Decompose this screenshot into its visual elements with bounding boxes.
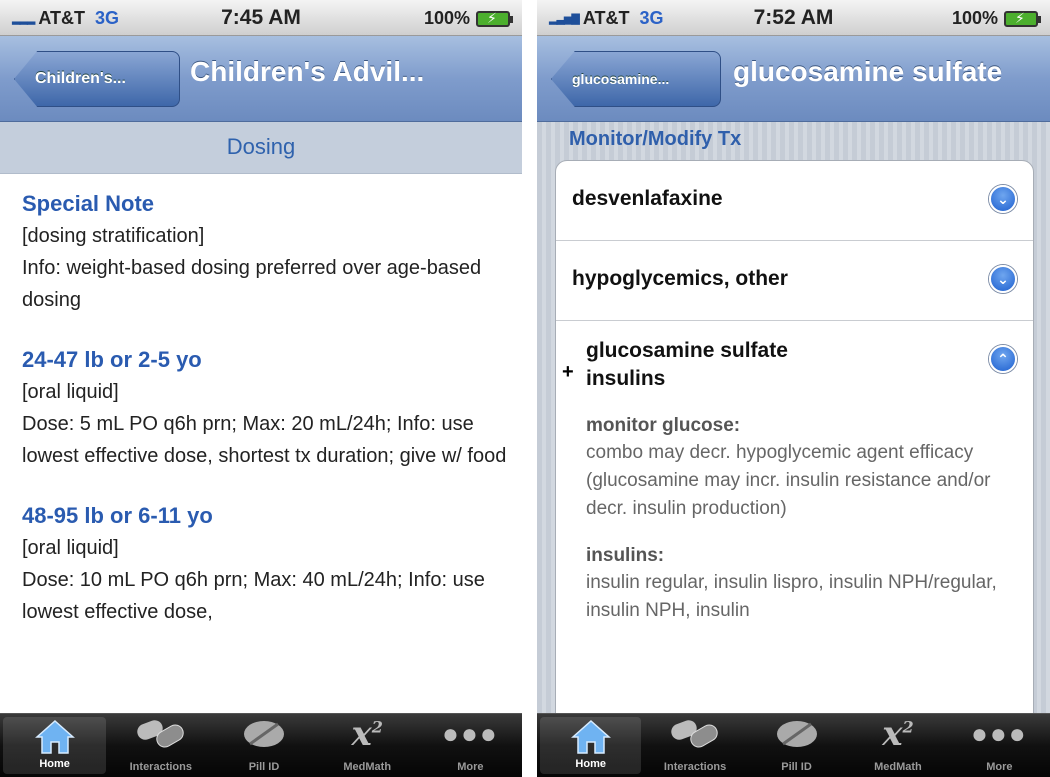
home-icon bbox=[570, 719, 611, 754]
tab-label: Pill ID bbox=[248, 761, 280, 773]
dosing-line: [oral liquid] bbox=[22, 381, 119, 403]
dosing-block: 48-95 lb or 6-11 yo [oral liquid] Dose: … bbox=[22, 500, 508, 628]
list-item[interactable]: hypoglycemics, other ⌄ bbox=[556, 241, 1033, 321]
tab-interactions[interactable]: Interactions bbox=[109, 714, 212, 777]
dosing-block: 24-47 lb or 2-5 yo [oral liquid] Dose: 5… bbox=[22, 344, 508, 472]
expanded-item-title: glucosamine sulfate insulins bbox=[586, 339, 788, 390]
back-button[interactable]: Children's... bbox=[14, 51, 180, 107]
dosing-line: Dose: 10 mL PO q6h prn; Max: 40 mL/24h; … bbox=[22, 569, 485, 623]
tab-bar: Home Interactions Pill ID x2 MedMath ●●●… bbox=[0, 713, 522, 777]
left-screen: ▂▂▂ AT&T 3G 7:45 AM 100% ⚡ Children's...… bbox=[0, 0, 522, 777]
math-x-squared-icon: x2 bbox=[882, 714, 914, 754]
tab-home[interactable]: Home bbox=[3, 717, 107, 774]
battery-icon: ⚡ bbox=[1004, 10, 1041, 27]
tab-medmath[interactable]: x2 MedMath bbox=[847, 714, 948, 777]
tab-label: Pill ID bbox=[781, 761, 812, 773]
tab-label: Interactions bbox=[663, 761, 727, 773]
expand-chevron-icon[interactable]: ⌄ bbox=[989, 185, 1017, 213]
dosing-line: [oral liquid] bbox=[22, 537, 119, 559]
tab-more[interactable]: ●●● More bbox=[949, 714, 1050, 777]
detail-heading: monitor glucose: bbox=[586, 415, 741, 436]
section-header: Dosing bbox=[0, 122, 522, 174]
status-bar: ▂▂▂ AT&T 3G 7:45 AM 100% ⚡ bbox=[0, 0, 522, 36]
expanded-item[interactable]: + glucosamine sulfate insulins ⌃ monitor… bbox=[556, 321, 1033, 625]
battery-icon: ⚡ bbox=[476, 10, 513, 27]
expand-chevron-icon[interactable]: ⌄ bbox=[989, 265, 1017, 293]
dosing-heading: 24-47 lb or 2-5 yo bbox=[22, 347, 202, 372]
battery-indicator: 100% ⚡ bbox=[423, 8, 513, 29]
more-dots-icon: ●●● bbox=[442, 718, 499, 749]
interaction-details: monitor glucose: combo may decr. hypogly… bbox=[586, 413, 1017, 625]
dosing-line: Info: weight-based dosing preferred over… bbox=[22, 257, 482, 311]
list-item[interactable]: desvenlafaxine ⌄ bbox=[556, 161, 1033, 241]
battery-indicator: 100% ⚡ bbox=[951, 8, 1041, 29]
page-title: Children's Advil... bbox=[190, 56, 425, 87]
interaction-list: desvenlafaxine ⌄ hypoglycemics, other ⌄ … bbox=[555, 160, 1034, 737]
dosing-line: Dose: 5 mL PO q6h prn; Max: 20 mL/24h; I… bbox=[22, 413, 507, 467]
navigation-bar: glucosamine... glucosamine sulfate bbox=[537, 36, 1050, 122]
right-screen: ▂▃▅▇ AT&T 3G 7:52 AM 100% ⚡ glucosamine.… bbox=[537, 0, 1050, 777]
group-title: Monitor/Modify Tx bbox=[569, 128, 742, 150]
navigation-bar: Children's... Children's Advil... bbox=[0, 36, 522, 122]
page-title: glucosamine sulfate bbox=[733, 56, 1003, 87]
tab-home[interactable]: Home bbox=[540, 717, 642, 774]
dosing-block: Special Note [dosing stratification] Inf… bbox=[22, 188, 508, 316]
tab-label: Interactions bbox=[129, 761, 192, 773]
tab-interactions[interactable]: Interactions bbox=[644, 714, 745, 777]
back-button[interactable]: glucosamine... bbox=[551, 51, 721, 107]
tab-label: Home bbox=[575, 758, 606, 770]
tab-label: More bbox=[986, 761, 1013, 773]
tab-label: MedMath bbox=[343, 761, 392, 773]
math-x-squared-icon: x2 bbox=[351, 714, 383, 754]
tab-more[interactable]: ●●● More bbox=[419, 714, 522, 777]
dosing-heading: 48-95 lb or 6-11 yo bbox=[22, 503, 213, 528]
pill-icon bbox=[776, 721, 817, 747]
tab-medmath[interactable]: x2 MedMath bbox=[316, 714, 419, 777]
detail-text: combo may decr. hypoglycemic agent effic… bbox=[586, 442, 991, 519]
tab-pill-id[interactable]: Pill ID bbox=[746, 714, 847, 777]
pills-icon bbox=[137, 720, 184, 748]
battery-percent: 100% bbox=[951, 8, 998, 28]
home-icon bbox=[34, 719, 75, 754]
collapse-chevron-icon[interactable]: ⌃ bbox=[989, 345, 1017, 373]
tab-bar: Home Interactions Pill ID x2 MedMath ●●●… bbox=[537, 713, 1050, 777]
pills-icon bbox=[671, 720, 718, 748]
dosing-content: Special Note [dosing stratification] Inf… bbox=[22, 188, 508, 656]
status-bar: ▂▃▅▇ AT&T 3G 7:52 AM 100% ⚡ bbox=[537, 0, 1050, 36]
tab-label: Home bbox=[39, 758, 70, 770]
tab-label: More bbox=[457, 761, 484, 773]
pill-icon bbox=[244, 721, 284, 747]
list-item-label: hypoglycemics, other bbox=[572, 267, 788, 290]
screen-divider bbox=[522, 0, 537, 777]
dosing-heading: Special Note bbox=[22, 191, 155, 216]
dosing-line: [dosing stratification] bbox=[22, 225, 205, 247]
tab-label: MedMath bbox=[874, 761, 922, 773]
battery-percent: 100% bbox=[423, 8, 470, 28]
plus-icon: + bbox=[562, 361, 574, 383]
detail-text: insulin regular, insulin lispro, insulin… bbox=[586, 572, 997, 621]
more-dots-icon: ●●● bbox=[970, 718, 1028, 749]
list-item-label: desvenlafaxine bbox=[572, 187, 723, 210]
tab-pill-id[interactable]: Pill ID bbox=[212, 714, 315, 777]
detail-heading: insulins: bbox=[586, 545, 665, 566]
